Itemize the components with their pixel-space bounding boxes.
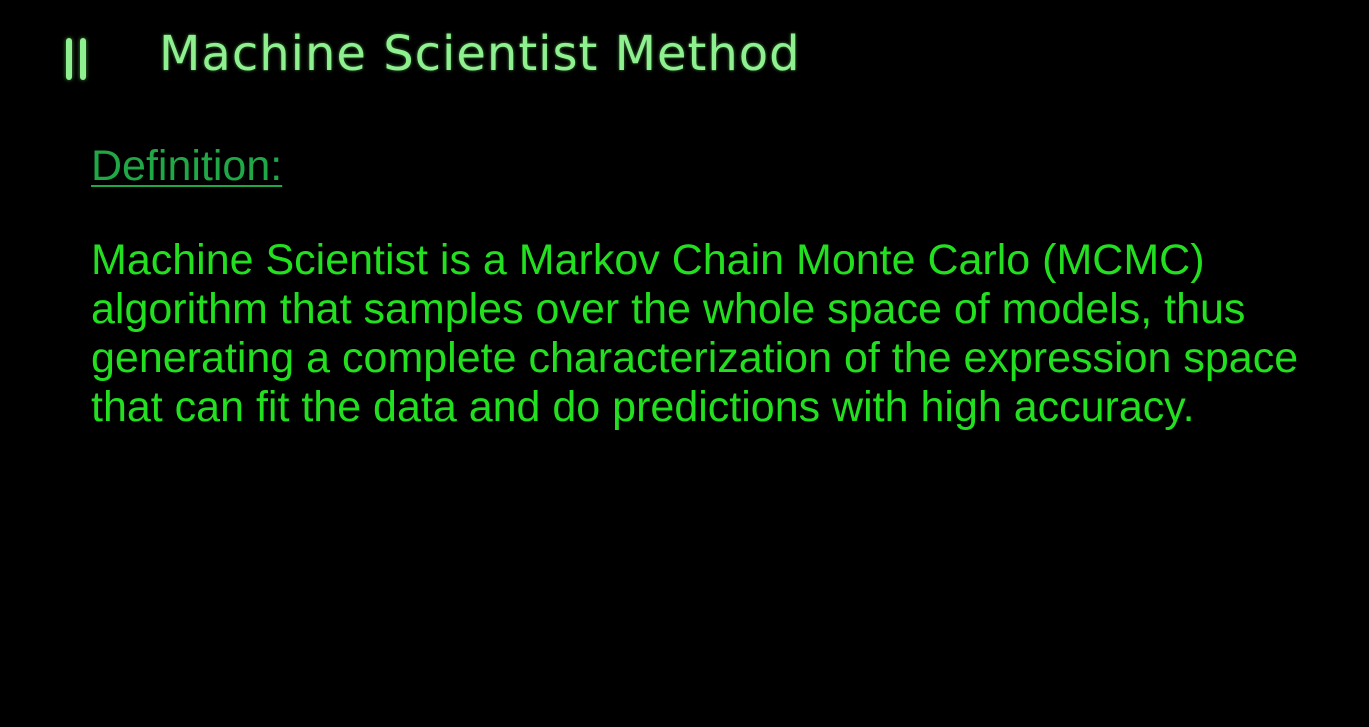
definition-text: Machine Scientist is a Markov Chain Mont… [91, 236, 1299, 431]
definition-label: Definition: [91, 142, 283, 190]
pause-icon[interactable] [66, 38, 88, 80]
pause-bar-left [66, 38, 72, 80]
header: Machine Scientist Method [0, 0, 1369, 110]
page-title: Machine Scientist Method [159, 26, 801, 82]
definition-section: Definition: Machine Scientist is a Marko… [91, 138, 1331, 432]
slide-page: Machine Scientist Method Definition: Mac… [0, 0, 1369, 727]
pause-bar-right [80, 38, 86, 80]
